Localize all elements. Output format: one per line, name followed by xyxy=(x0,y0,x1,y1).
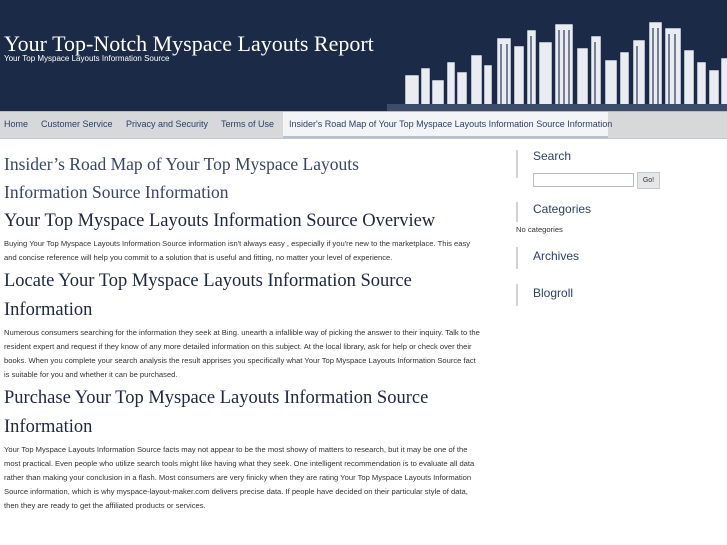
section-text-locate: Numerous consumers searching for the inf… xyxy=(4,328,480,379)
site-header: Your Top-Notch Myspace Layouts Report Yo… xyxy=(0,0,727,111)
city-skyline-image xyxy=(387,21,727,111)
no-categories-text: No categories xyxy=(516,225,563,234)
search-widget-divider xyxy=(516,150,518,178)
search-go-button[interactable]: Go! xyxy=(637,172,660,189)
search-input[interactable] xyxy=(533,173,634,187)
section-text-overview: Buying Your Top Myspace Layouts Informat… xyxy=(4,239,471,262)
main-content: Insider’s Road Map of Your Top Myspace L… xyxy=(4,150,480,515)
section-heading-purchase: Purchase Your Top Myspace Layouts Inform… xyxy=(4,388,429,437)
archives-widget-divider xyxy=(516,247,518,269)
nav-item-privacy-and-security[interactable]: Privacy and Security xyxy=(126,112,208,138)
section-heading-overview: Your Top Myspace Layouts Information Sou… xyxy=(4,211,436,231)
nav-item-insiders-road-map[interactable]: Insider's Road Map of Your Top Myspace L… xyxy=(283,112,612,138)
main-nav: Home Customer Service Privacy and Securi… xyxy=(0,111,727,139)
categories-widget-title: Categories xyxy=(533,202,592,216)
site-tagline: Your Top Myspace Layouts Information Sou… xyxy=(4,54,170,63)
page-title: Insider’s Road Map of Your Top Myspace L… xyxy=(4,150,480,206)
page-title-line2: Information Source Information xyxy=(4,182,229,202)
archives-widget-title: Archives xyxy=(533,249,580,263)
nav-item-customer-service[interactable]: Customer Service xyxy=(41,112,113,138)
blogroll-widget-divider xyxy=(516,284,518,306)
blogroll-widget-title: Blogroll xyxy=(533,286,574,300)
nav-item-terms-of-use[interactable]: Terms of Use xyxy=(221,112,274,138)
categories-widget-divider xyxy=(516,202,518,222)
search-widget-title: Search xyxy=(533,149,572,163)
section-text-purchase: Your Top Myspace Layouts Information Sou… xyxy=(4,445,475,510)
section-heading-locate: Locate Your Top Myspace Layouts Informat… xyxy=(4,271,412,320)
nav-item-home[interactable]: Home xyxy=(4,112,28,138)
page-title-line1: Insider’s Road Map of Your Top Myspace L… xyxy=(4,154,359,174)
